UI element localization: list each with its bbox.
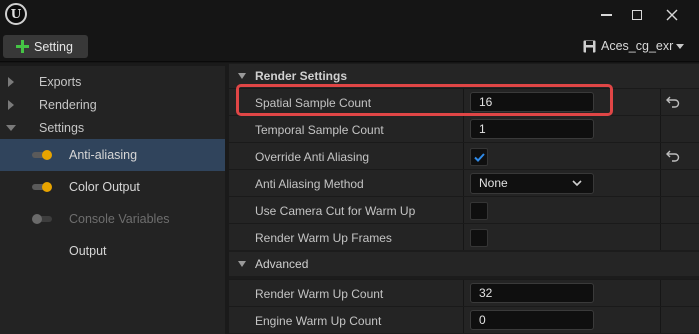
- sidebar-group-rendering[interactable]: Rendering: [0, 93, 225, 116]
- dropdown-value: None: [479, 176, 508, 190]
- minimize-button[interactable]: [589, 0, 623, 30]
- collapse-arrow-icon: [238, 261, 246, 267]
- render-warm-up-frames-checkbox[interactable]: [470, 229, 488, 247]
- sidebar-group-label: Rendering: [39, 97, 97, 112]
- property-row: Temporal Sample Count 1: [229, 115, 699, 142]
- checkmark-icon: [474, 153, 485, 162]
- engine-warm-up-count-input[interactable]: 0: [470, 310, 594, 330]
- chevron-down-icon: [676, 43, 685, 49]
- enable-toggle[interactable]: [32, 182, 54, 192]
- close-button[interactable]: [655, 0, 689, 30]
- category-label: Render Settings: [255, 69, 348, 83]
- save-icon: [583, 40, 596, 52]
- sidebar-item-label: Output: [69, 244, 107, 258]
- sidebar-group-label: Settings: [39, 120, 85, 135]
- details-panel: Render Settings Spatial Sample Count 16 …: [229, 63, 699, 334]
- sidebar-item-anti-aliasing[interactable]: Anti-aliasing: [0, 139, 225, 171]
- property-name: Temporal Sample Count: [255, 123, 384, 137]
- preset-selector[interactable]: Aces_cg_exr: [583, 38, 685, 54]
- override-anti-aliasing-checkbox[interactable]: [470, 148, 488, 166]
- toolbar: Setting Aces_cg_exr: [0, 30, 699, 62]
- sidebar-item-output[interactable]: Output: [0, 235, 225, 267]
- property-row: Use Camera Cut for Warm Up: [229, 196, 699, 223]
- minimize-icon: [600, 14, 612, 16]
- reset-to-default-icon[interactable]: [666, 150, 680, 162]
- sidebar-item-label: Color Output: [69, 180, 140, 194]
- property-row: Render Warm Up Count 32: [229, 279, 699, 306]
- use-camera-cut-checkbox[interactable]: [470, 202, 488, 220]
- add-setting-button[interactable]: Setting: [3, 35, 88, 58]
- maximize-icon: [632, 10, 642, 20]
- property-name: Anti Aliasing Method: [255, 177, 364, 191]
- reset-to-default-icon[interactable]: [666, 96, 680, 108]
- sidebar-item-label: Anti-aliasing: [69, 148, 138, 162]
- expand-arrow-icon: [8, 99, 14, 110]
- property-name: Override Anti Aliasing: [255, 150, 370, 164]
- property-row: Anti Aliasing Method None: [229, 169, 699, 196]
- enable-toggle[interactable]: [32, 214, 54, 224]
- sidebar-item-console-variables[interactable]: Console Variables: [0, 203, 225, 235]
- property-name: Use Camera Cut for Warm Up: [255, 204, 416, 218]
- property-row: Engine Warm Up Count 0: [229, 306, 699, 333]
- category-advanced[interactable]: Advanced: [229, 252, 699, 276]
- property-name: Render Warm Up Count: [255, 287, 384, 301]
- sidebar-item-label: Console Variables: [69, 212, 170, 226]
- sidebar-group-label: Exports: [39, 74, 82, 89]
- unreal-logo-icon: U: [5, 3, 27, 25]
- property-name: Engine Warm Up Count: [255, 314, 382, 328]
- spatial-sample-count-input[interactable]: 16: [470, 92, 594, 112]
- collapse-arrow-icon: [6, 124, 16, 131]
- add-setting-label: Setting: [34, 39, 73, 54]
- sidebar-group-exports[interactable]: Exports: [0, 70, 225, 93]
- temporal-sample-count-input[interactable]: 1: [470, 119, 594, 139]
- property-name: Render Warm Up Frames: [255, 231, 392, 245]
- render-warm-up-count-input[interactable]: 32: [470, 283, 594, 303]
- plus-icon: [16, 40, 29, 53]
- property-row: Spatial Sample Count 16: [229, 88, 699, 115]
- category-label: Advanced: [255, 257, 309, 271]
- preset-label: Aces_cg_exr: [601, 39, 674, 53]
- property-row: Render Warm Up Frames: [229, 223, 699, 250]
- title-bar: U: [0, 0, 699, 30]
- property-name: Spatial Sample Count: [255, 96, 372, 110]
- collapse-arrow-icon: [238, 73, 246, 79]
- expand-arrow-icon: [8, 76, 14, 87]
- sidebar-group-settings[interactable]: Settings: [0, 116, 225, 139]
- close-icon: [666, 9, 678, 21]
- enable-toggle[interactable]: [32, 150, 54, 160]
- maximize-button[interactable]: [620, 0, 654, 30]
- chevron-down-icon: [572, 180, 582, 187]
- settings-sidebar: Exports Rendering Settings Anti-aliasing…: [0, 63, 229, 334]
- sidebar-item-color-output[interactable]: Color Output: [0, 171, 225, 203]
- category-render-settings[interactable]: Render Settings: [229, 64, 699, 88]
- property-row: Override Anti Aliasing: [229, 142, 699, 169]
- anti-aliasing-method-dropdown[interactable]: None: [470, 173, 594, 194]
